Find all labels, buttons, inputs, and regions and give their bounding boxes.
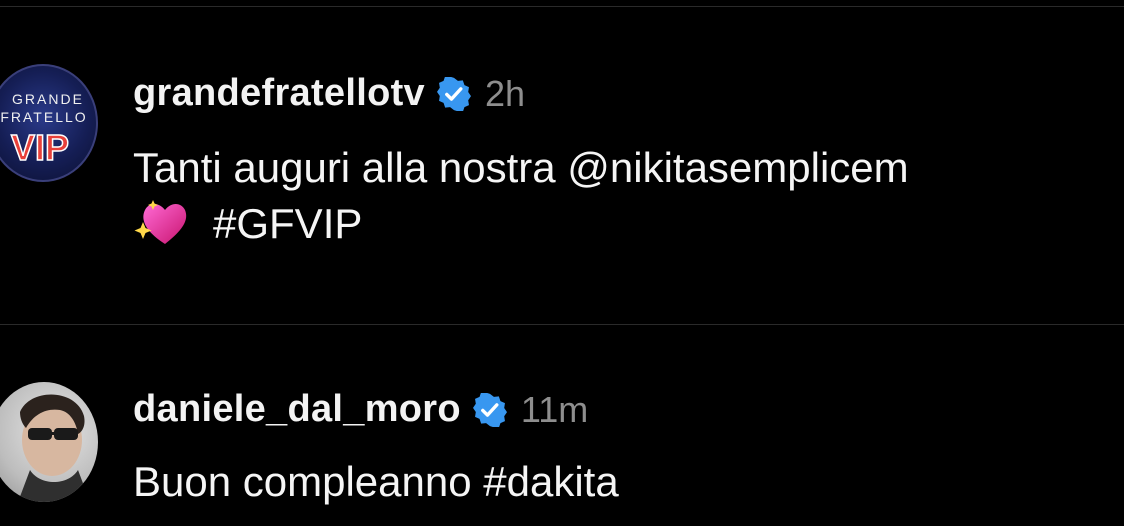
verified-badge-icon [436, 76, 471, 111]
timestamp: 11m [520, 388, 589, 430]
svg-text:FRATELLO: FRATELLO [0, 109, 87, 125]
comment-header: daniele_dal_moro 11m [133, 388, 588, 431]
username[interactable]: daniele_dal_moro [133, 388, 461, 431]
top-divider [0, 6, 1124, 7]
svg-text:GRANDE: GRANDE [12, 91, 84, 107]
comment-text-line-1: Buon compleanno #dakita [133, 458, 619, 505]
avatar[interactable] [0, 382, 98, 502]
comment-item: GRANDE FRATELLO VIP grandefratellotv 2h … [0, 64, 1124, 284]
comment-item: daniele_dal_moro 11m Buon compleanno #da… [0, 380, 1124, 526]
sparkling-heart-icon [134, 200, 187, 244]
verified-badge-icon [472, 392, 507, 427]
grande-fratello-vip-logo-icon: GRANDE FRATELLO VIP [0, 91, 87, 169]
comment-divider [0, 324, 1124, 325]
comment-header: grandefratellotv 2h [133, 72, 525, 115]
timestamp: 2h [484, 72, 526, 114]
comment-text-line-1: Tanti auguri alla nostra @nikitasemplice… [133, 144, 909, 191]
avatar[interactable]: GRANDE FRATELLO VIP [0, 64, 98, 182]
profile-photo-avatar-icon [18, 394, 90, 502]
hashtag[interactable]: #GFVIP [213, 200, 362, 247]
username[interactable]: grandefratellotv [133, 72, 425, 115]
svg-text:VIP: VIP [11, 127, 69, 168]
comment-text-line-2: #GFVIP [133, 196, 909, 252]
comment-text: Tanti auguri alla nostra @nikitasemplice… [133, 140, 909, 252]
comment-text: Buon compleanno #dakita [133, 454, 619, 510]
